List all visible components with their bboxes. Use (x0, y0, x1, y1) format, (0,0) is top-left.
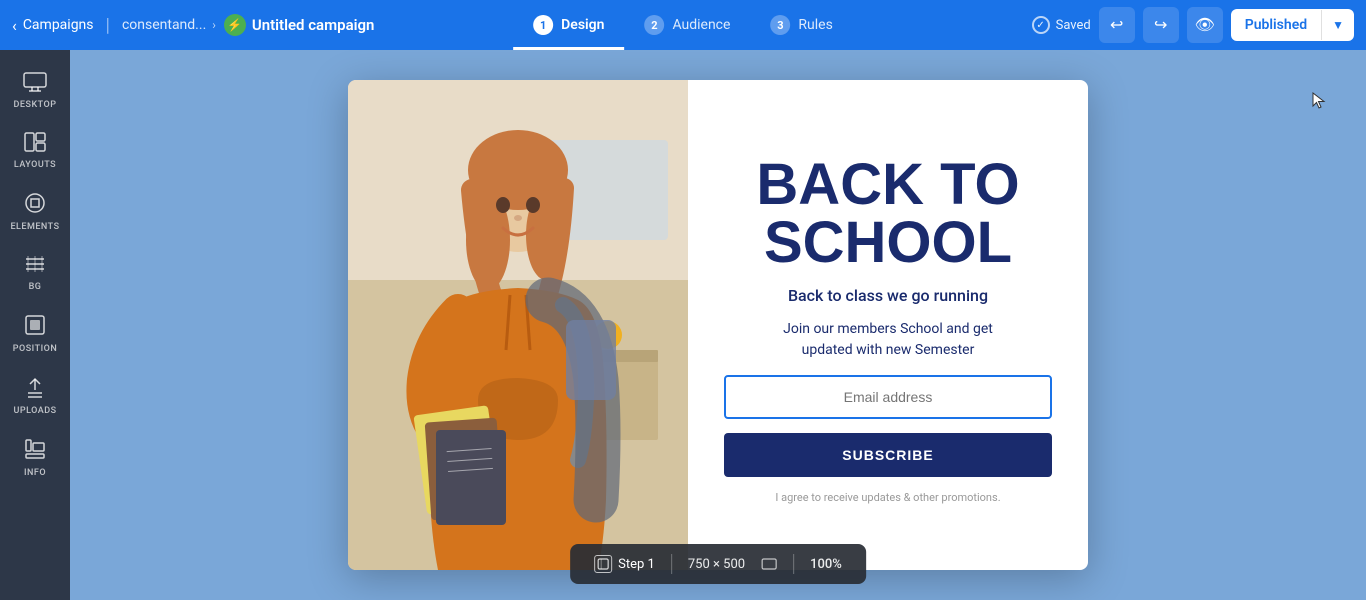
info-icon (24, 438, 46, 463)
mouse-cursor (1312, 92, 1326, 110)
popup-subtitle1: Back to class we go running (788, 286, 988, 305)
tab-rules-label: Rules (798, 17, 832, 33)
undo-button[interactable]: ↩ (1099, 7, 1135, 43)
campaign-icon: ⚡ (224, 14, 246, 36)
elements-icon (24, 192, 46, 217)
step-indicator: Step 1 (594, 555, 655, 573)
divider2 (793, 554, 794, 574)
layouts-icon (24, 132, 46, 155)
campaign-title-text: Untitled campaign (252, 16, 375, 34)
top-navigation: ‹ Campaigns | consentand... › ⚡ Untitled… (0, 0, 1366, 50)
popup-content-panel: BACK TO SCHOOL Back to class we go runni… (688, 80, 1088, 570)
position-icon (24, 314, 46, 339)
canvas-area[interactable]: BACK TO SCHOOL Back to class we go runni… (70, 50, 1366, 600)
nav-separator: | (106, 15, 110, 36)
popup-subtitle2: Join our members School and getupdated w… (783, 319, 993, 361)
email-input[interactable] (724, 375, 1052, 419)
zoom-level: 100% (810, 557, 842, 572)
sidebar-desktop-label: DESKTOP (14, 100, 57, 110)
tab-rules-number: 3 (770, 15, 790, 35)
sidebar-item-layouts[interactable]: LAYOUTS (0, 120, 70, 180)
agree-text: I agree to receive updates & other promo… (775, 491, 1000, 504)
sidebar-info-label: INFO (24, 468, 46, 478)
subscribe-button[interactable]: SUBSCRIBE (724, 433, 1052, 477)
desktop-icon (23, 72, 47, 95)
sidebar-item-uploads[interactable]: UPLOADS (0, 364, 70, 426)
popup-title: BACK TO SCHOOL (756, 156, 1019, 272)
nav-tabs: 1 Design 2 Audience 3 Rules (513, 0, 853, 50)
preview-button[interactable]: 👁 (1187, 7, 1223, 43)
sidebar-elements-label: ELEMENTS (10, 222, 59, 232)
step-icon (594, 555, 612, 573)
tab-rules[interactable]: 3 Rules (750, 0, 852, 50)
bottom-toolbar: Step 1 750 × 500 100% (570, 544, 866, 584)
uploads-icon (24, 376, 46, 401)
tab-audience[interactable]: 2 Audience (624, 0, 750, 50)
tab-design[interactable]: 1 Design (513, 0, 624, 50)
sidebar-item-bg[interactable]: BG (0, 242, 70, 302)
tab-design-label: Design (561, 17, 604, 33)
sidebar-item-elements[interactable]: ELEMENTS (0, 180, 70, 242)
tab-design-number: 1 (533, 15, 553, 35)
campaigns-back-button[interactable]: ‹ Campaigns (12, 16, 94, 35)
saved-indicator: ✓ Saved (1032, 16, 1091, 34)
saved-text: Saved (1056, 18, 1091, 33)
sidebar-item-info[interactable]: INFO (0, 426, 70, 488)
sidebar-position-label: POSITION (13, 344, 57, 354)
published-button[interactable]: Published ▼ (1231, 9, 1354, 41)
sidebar: DESKTOP LAYOUTS ELEMENTS (0, 50, 70, 600)
breadcrumb-text: consentand... (122, 17, 206, 33)
breadcrumb-link[interactable]: consentand... › (122, 17, 216, 33)
published-label: Published (1231, 9, 1321, 41)
sidebar-uploads-label: UPLOADS (13, 406, 56, 416)
sidebar-layouts-label: LAYOUTS (14, 160, 56, 170)
dimensions-label: 750 × 500 (688, 557, 745, 572)
sidebar-item-position[interactable]: POSITION (0, 302, 70, 364)
tab-audience-label: Audience (672, 17, 730, 33)
step-label: Step 1 (618, 557, 655, 572)
saved-check-icon: ✓ (1032, 16, 1050, 34)
nav-right: ✓ Saved ↩ ↪ 👁 Published ▼ (1032, 7, 1354, 43)
tab-audience-number: 2 (644, 15, 664, 35)
sidebar-item-desktop[interactable]: DESKTOP (0, 60, 70, 120)
campaigns-label: Campaigns (23, 17, 94, 33)
bg-icon (24, 254, 46, 277)
campaign-title: ⚡ Untitled campaign (224, 14, 375, 36)
redo-button[interactable]: ↪ (1143, 7, 1179, 43)
divider (671, 554, 672, 574)
student-illustration (348, 80, 688, 570)
chevron-left-icon: ‹ (12, 16, 17, 35)
popup-image-panel (348, 80, 688, 570)
main-area: DESKTOP LAYOUTS ELEMENTS (0, 50, 1366, 600)
published-dropdown-icon[interactable]: ▼ (1321, 10, 1354, 40)
breadcrumb-chevron-icon: › (212, 18, 216, 32)
dimensions-icon (761, 558, 777, 570)
sidebar-bg-label: BG (29, 282, 42, 292)
popup-card: BACK TO SCHOOL Back to class we go runni… (348, 80, 1088, 570)
